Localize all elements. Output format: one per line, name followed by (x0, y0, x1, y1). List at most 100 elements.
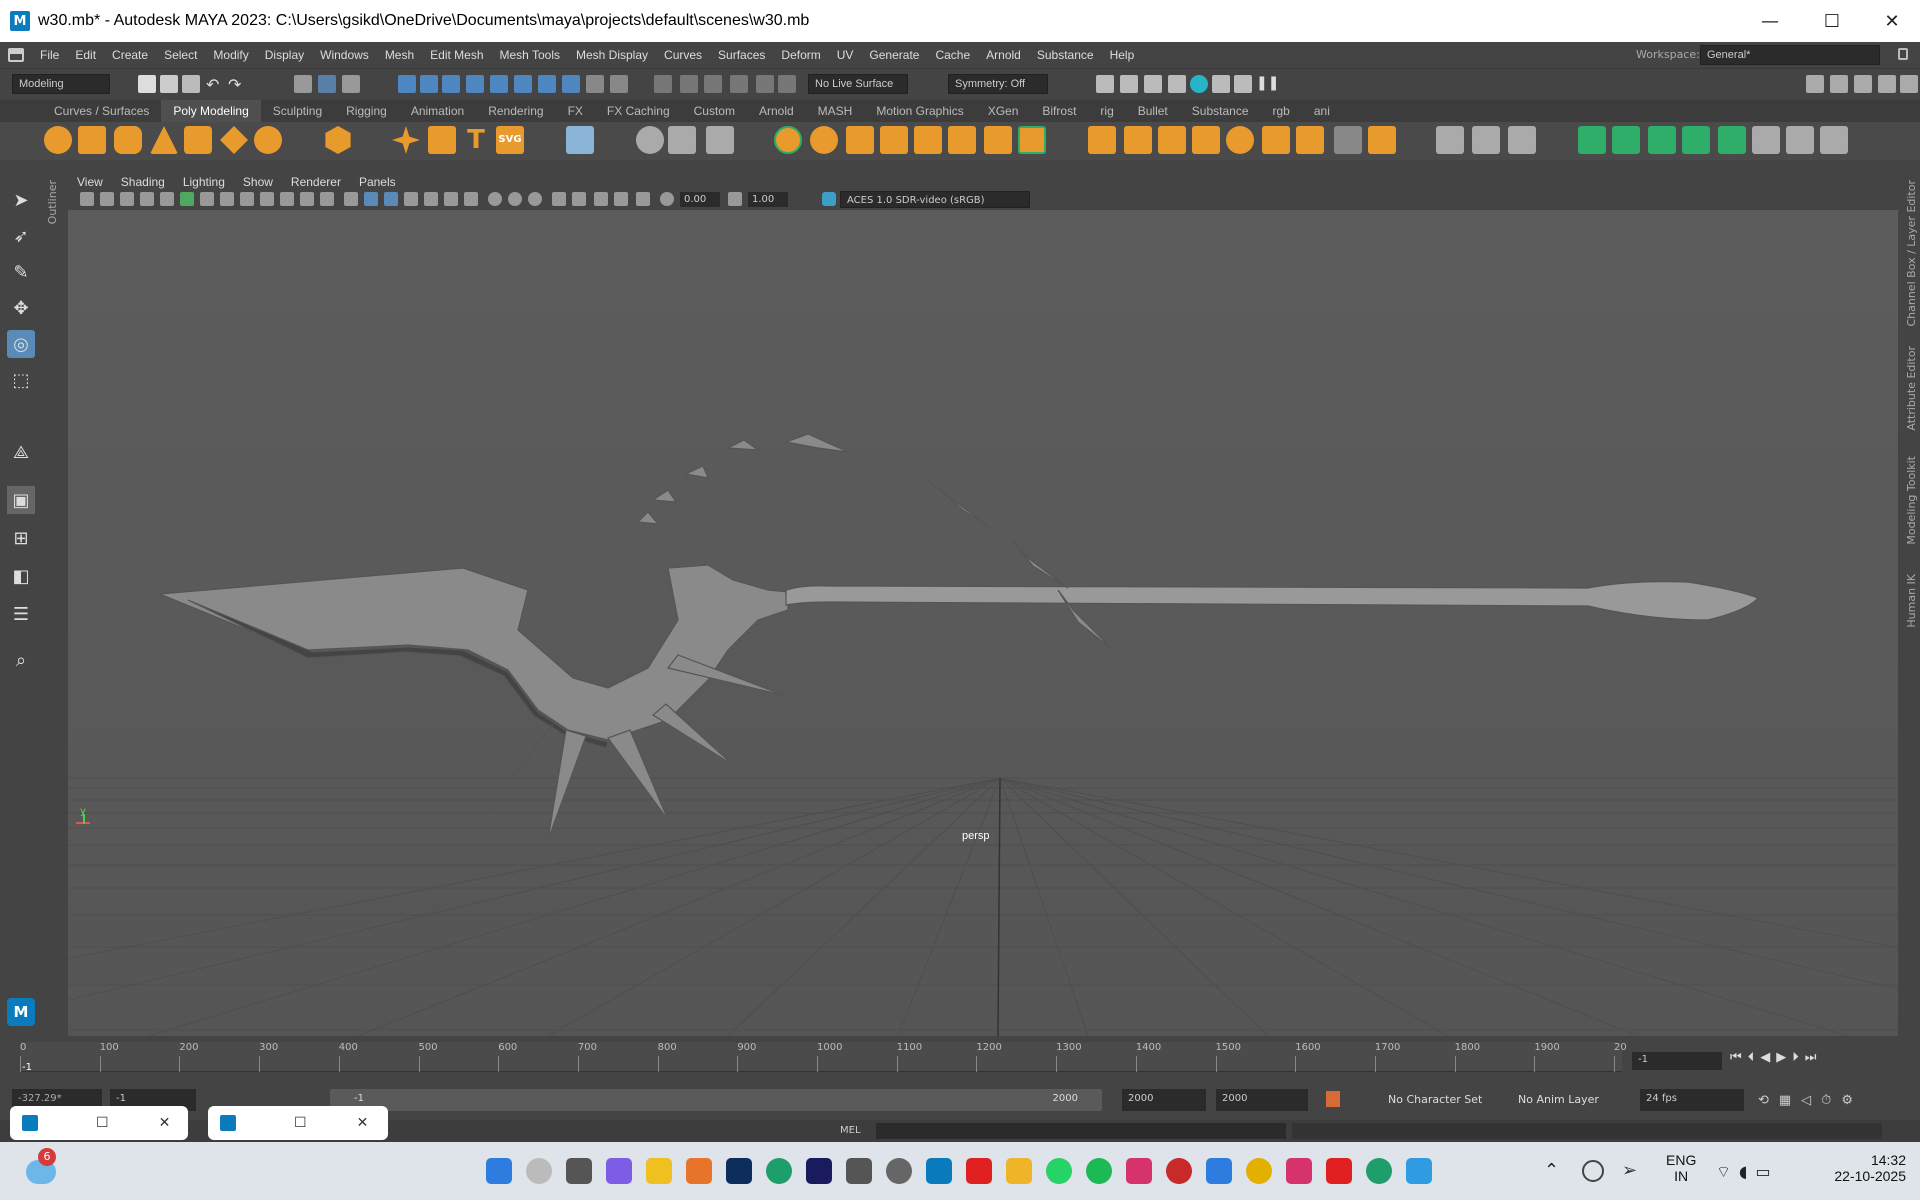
tab-rendering[interactable]: Rendering (476, 100, 555, 122)
tab-xgen[interactable]: XGen (976, 100, 1031, 122)
input-line-icon[interactable] (610, 75, 628, 93)
bridge-icon[interactable] (1124, 126, 1152, 154)
grid-toggle-icon[interactable] (200, 192, 214, 206)
gamma-icon[interactable] (728, 192, 742, 206)
restore-icon[interactable]: ☐ (294, 1115, 307, 1131)
two-view-layout-icon[interactable]: ◧ (7, 562, 35, 590)
youtube-2-icon[interactable] (1326, 1158, 1352, 1184)
snap-object-icon[interactable] (706, 126, 734, 154)
history-off-icon[interactable] (680, 75, 698, 93)
viewport-persp[interactable]: persp y (68, 210, 1898, 1036)
tab-motion-graphics[interactable]: Motion Graphics (864, 100, 975, 122)
insert-edge-loop-icon[interactable] (1472, 126, 1500, 154)
lock-icon[interactable] (1898, 48, 1908, 60)
uv-sew-icon[interactable] (1820, 126, 1848, 154)
workspace-dropdown[interactable]: General* (1700, 45, 1880, 65)
outliner-layout-icon[interactable]: ☰ (7, 600, 35, 628)
snap-normal-icon[interactable] (538, 75, 556, 93)
scale-tool-icon[interactable]: ⬚ (7, 366, 35, 394)
anim-layer-dropdown[interactable]: No Anim Layer (1518, 1093, 1599, 1106)
tab-fx[interactable]: FX (556, 100, 595, 122)
grease-pencil-icon[interactable] (180, 192, 194, 206)
tab-custom[interactable]: Custom (682, 100, 747, 122)
snap-curve-icon[interactable] (420, 75, 438, 93)
after-effects-icon[interactable] (806, 1158, 832, 1184)
multi-cut-icon[interactable] (1436, 126, 1464, 154)
mel-input[interactable] (876, 1123, 1286, 1139)
menu-file[interactable]: File (32, 48, 67, 62)
tab-fx-caching[interactable]: FX Caching (595, 100, 682, 122)
snap-grid-icon[interactable] (398, 75, 416, 93)
lock-snap-icon[interactable] (586, 75, 604, 93)
select-hierarchy-icon[interactable] (294, 75, 312, 93)
tab-sculpting[interactable]: Sculpting (261, 100, 334, 122)
tab-ani[interactable]: ani (1302, 100, 1342, 122)
tool-settings-icon[interactable] (1854, 75, 1872, 93)
time-slider[interactable]: 0 100 200 300 400 500 600 700 800 900 1000 1100 1200… (0, 1040, 1920, 1080)
uv-unfold-icon[interactable] (1718, 126, 1746, 154)
sculpt-brush-icon[interactable] (774, 126, 802, 154)
four-view-layout-icon[interactable]: ⊞ (7, 524, 35, 552)
whatsapp-icon[interactable] (1046, 1158, 1072, 1184)
snap-view-plane-icon[interactable] (466, 75, 484, 93)
poly-cylinder-icon[interactable] (114, 126, 142, 154)
render-settings-icon[interactable] (1168, 75, 1186, 93)
resolution-gate-icon[interactable] (240, 192, 254, 206)
modeling-toolkit-tab[interactable]: Modeling Toolkit (1905, 456, 1918, 545)
instagram-icon[interactable] (1126, 1158, 1152, 1184)
menu-modify[interactable]: Modify (205, 48, 256, 62)
poly-torus-icon[interactable] (184, 126, 212, 154)
panel-menu-renderer[interactable]: Renderer (282, 175, 350, 189)
maya-home-icon[interactable]: M (7, 998, 35, 1026)
system-tray-icons[interactable]: ⌔◖▭ (1716, 1162, 1779, 1182)
poly-settings-icon[interactable] (566, 126, 594, 154)
menu-mesh-tools[interactable]: Mesh Tools (492, 48, 568, 62)
reduce-icon[interactable] (1018, 126, 1046, 154)
range-slider[interactable]: -1 2000 (330, 1089, 1102, 1111)
menu-cache[interactable]: Cache (927, 48, 978, 62)
tab-animation[interactable]: Animation (399, 100, 476, 122)
search-taskbar-icon[interactable] (526, 1158, 552, 1184)
redo-last-icon[interactable] (778, 75, 796, 93)
use-all-lights-icon[interactable] (424, 192, 438, 206)
close-icon[interactable]: ✕ (159, 1115, 171, 1131)
merge-icon[interactable] (1262, 126, 1290, 154)
render-frame-icon[interactable] (1120, 75, 1138, 93)
move-tool-icon[interactable]: ✥ (7, 294, 35, 322)
camera-select-icon[interactable] (80, 192, 94, 206)
symmetry-dropdown[interactable]: Symmetry: Off (948, 74, 1048, 94)
menu-mesh[interactable]: Mesh (377, 48, 422, 62)
outliner-toggle-icon[interactable] (1900, 75, 1918, 93)
sweep-mesh-icon[interactable] (428, 126, 456, 154)
uv-camera-icon[interactable] (1682, 126, 1710, 154)
select-tool-icon[interactable]: ➤ (7, 186, 35, 214)
select-object-icon[interactable] (318, 75, 336, 93)
2d-pan-zoom-icon[interactable] (160, 192, 174, 206)
menu-surfaces[interactable]: Surfaces (710, 48, 773, 62)
tab-curves-surfaces[interactable]: Curves / Surfaces (42, 100, 161, 122)
end-frame-field[interactable]: 2000 (1122, 1089, 1206, 1111)
app-link-icon[interactable] (846, 1158, 872, 1184)
menu-edit-mesh[interactable]: Edit Mesh (422, 48, 491, 62)
append-polygon-icon[interactable] (1226, 126, 1254, 154)
xray-components-icon[interactable] (614, 192, 628, 206)
menu-generate[interactable]: Generate (861, 48, 927, 62)
chrome-icon[interactable] (1246, 1158, 1272, 1184)
target-weld-icon[interactable] (1334, 126, 1362, 154)
clock[interactable]: 14:32 22-10-2025 (1822, 1152, 1906, 1184)
panel-menu-view[interactable]: View (68, 175, 112, 189)
menu-substance[interactable]: Substance (1029, 48, 1102, 62)
rotate-tool-icon[interactable]: ◎ (7, 330, 35, 358)
menu-display[interactable]: Display (257, 48, 312, 62)
playback-end-field[interactable]: 2000 (1216, 1089, 1308, 1111)
menu-arnold[interactable]: Arnold (978, 48, 1029, 62)
poly-cube-icon[interactable] (78, 126, 106, 154)
channel-box-icon[interactable] (1878, 75, 1896, 93)
colorspace-dropdown[interactable]: ACES 1.0 SDR-video (sRGB) (840, 191, 1030, 208)
attribute-editor-icon[interactable] (1830, 75, 1848, 93)
bookmark-icon[interactable] (120, 192, 134, 206)
tab-poly-modeling[interactable]: Poly Modeling (161, 100, 261, 122)
history-on-icon[interactable] (654, 75, 672, 93)
copilot-icon[interactable] (606, 1158, 632, 1184)
uv-cylindrical-icon[interactable] (1648, 126, 1676, 154)
